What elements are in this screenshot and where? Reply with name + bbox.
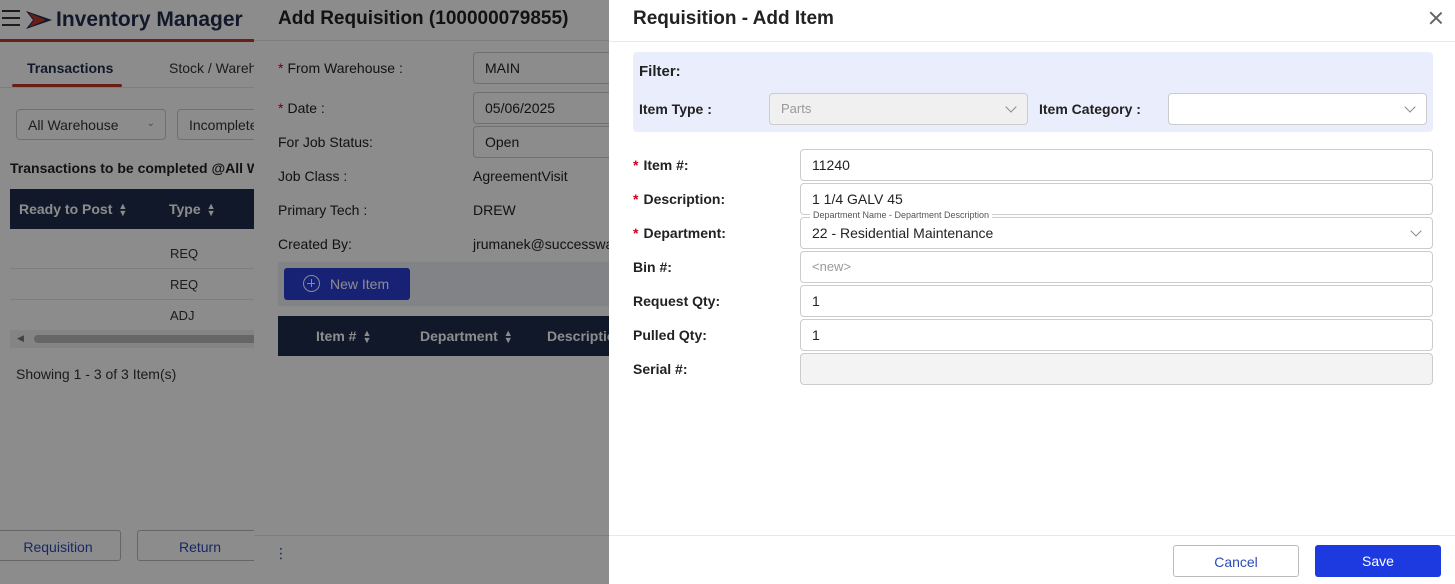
add-item-title: Requisition - Add Item [633, 8, 834, 29]
chevron-down-icon [1005, 101, 1017, 113]
item-category-select[interactable] [1168, 93, 1427, 125]
add-item-header: Requisition - Add Item [609, 0, 1455, 42]
bin-label: Bin #: [633, 259, 672, 275]
department-label: * Department: [633, 225, 726, 241]
request-qty-input[interactable]: 1 [800, 285, 1433, 317]
item-number-input[interactable]: 11240 [800, 149, 1433, 181]
cancel-button[interactable]: Cancel [1173, 545, 1299, 577]
save-button[interactable]: Save [1315, 545, 1441, 577]
bin-input[interactable]: <new> [800, 251, 1433, 283]
request-qty-label: Request Qty: [633, 293, 721, 309]
item-category-label: Item Category : [1039, 101, 1141, 117]
serial-input [800, 353, 1433, 385]
add-item-footer: Cancel Save [609, 535, 1455, 584]
add-item-drawer: Requisition - Add Item Filter: Item Type… [609, 0, 1455, 584]
serial-label: Serial #: [633, 361, 688, 377]
filter-title: Filter: [639, 63, 681, 80]
filter-panel: Filter: Item Type : Parts Item Category … [633, 52, 1433, 132]
pulled-qty-input[interactable]: 1 [800, 319, 1433, 351]
chevron-down-icon [1404, 101, 1416, 113]
department-column-hint: Department Name - Department Description [810, 210, 993, 220]
item-type-label: Item Type : [639, 101, 712, 117]
chevron-down-icon [1410, 225, 1422, 237]
department-value: 22 - Residential Maintenance [812, 225, 994, 241]
item-number-label: * Item #: [633, 157, 689, 173]
close-icon[interactable] [1427, 9, 1445, 27]
description-label: * Description: [633, 191, 726, 207]
item-type-select: Parts [769, 93, 1028, 125]
pulled-qty-label: Pulled Qty: [633, 327, 707, 343]
department-select[interactable]: 22 - Residential Maintenance [800, 217, 1433, 249]
item-type-value: Parts [781, 101, 812, 116]
